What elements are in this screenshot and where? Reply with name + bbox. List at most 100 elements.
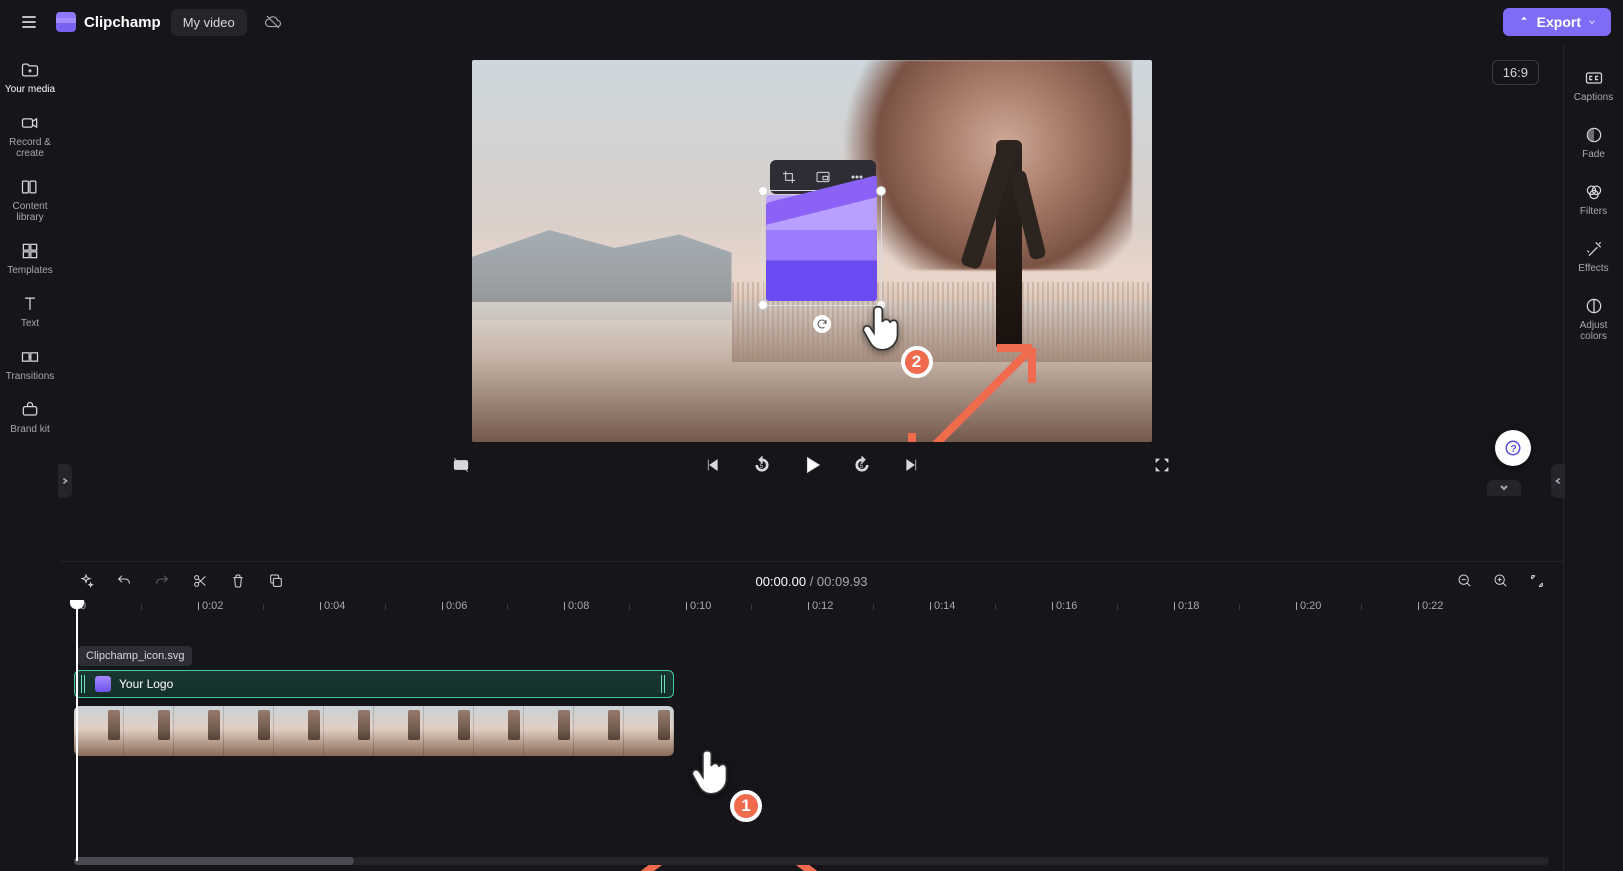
zoom-out-button[interactable]: [1453, 569, 1477, 593]
clip-trim-right[interactable]: [661, 675, 667, 693]
ruler-tick: 0:22: [1422, 600, 1443, 612]
resize-handle-tr[interactable]: [876, 186, 886, 196]
main-video-clip[interactable]: [74, 706, 674, 756]
right-item-captions[interactable]: Captions: [1566, 58, 1622, 113]
selected-overlay[interactable]: [762, 190, 882, 306]
right-item-label: Captions: [1574, 92, 1613, 103]
export-button[interactable]: Export: [1503, 8, 1611, 36]
forward-5-button[interactable]: 5: [847, 450, 877, 480]
playhead[interactable]: [76, 600, 78, 861]
topbar: Clipchamp My video Export: [0, 0, 1623, 44]
cloud-off-icon: [264, 13, 282, 31]
timeline: 00:00.00 / 00:09.93 00:020:040:060:080:1…: [60, 561, 1563, 871]
captions-toggle-button[interactable]: [446, 450, 476, 480]
skip-start-button[interactable]: [697, 450, 727, 480]
sidebar-item-templates[interactable]: Templates: [2, 233, 58, 284]
replay-5-button[interactable]: 5: [747, 450, 777, 480]
zoom-out-icon: [1457, 573, 1473, 589]
zoom-in-button[interactable]: [1489, 569, 1513, 593]
templates-icon: [20, 241, 40, 261]
aspect-ratio-button[interactable]: 16:9: [1492, 60, 1539, 85]
sidebar-item-label: Templates: [7, 265, 53, 276]
effects-icon: [1584, 239, 1604, 259]
timeline-collapse-button[interactable]: [1487, 480, 1521, 496]
right-item-filters[interactable]: Filters: [1566, 172, 1622, 227]
right-panel-collapse-handle[interactable]: [1551, 464, 1565, 498]
skip-next-icon: [903, 456, 921, 474]
time-ruler[interactable]: 00:020:040:060:080:100:120:140:160:180:2…: [74, 600, 1549, 622]
sidebar-item-transitions[interactable]: Transitions: [2, 339, 58, 390]
library-icon: [20, 177, 40, 197]
scrollbar-thumb[interactable]: [74, 857, 354, 865]
timeline-toolbar: 00:00.00 / 00:09.93: [60, 562, 1563, 600]
timecode-display: 00:00.00 / 00:09.93: [755, 574, 867, 589]
ruler-tick: 0:18: [1178, 600, 1199, 612]
right-item-fade[interactable]: Fade: [1566, 115, 1622, 170]
replay-5-icon: 5: [753, 456, 771, 474]
ruler-tick: 0:06: [446, 600, 467, 612]
ruler-tick: 0:20: [1300, 600, 1321, 612]
video-canvas[interactable]: 2: [472, 60, 1152, 442]
play-button[interactable]: [797, 450, 827, 480]
left-panel: Your media Record & create Content libra…: [0, 44, 60, 871]
right-panel: Captions Fade Filters Effects Adjust col…: [1563, 44, 1623, 871]
split-button[interactable]: [188, 569, 212, 593]
sparkle-icon: [78, 573, 94, 589]
rotate-handle[interactable]: [813, 315, 831, 333]
redo-button[interactable]: [150, 569, 174, 593]
rotate-icon: [816, 318, 828, 330]
current-time: 00:00.00: [755, 574, 806, 589]
clip-trim-left[interactable]: [81, 675, 87, 693]
fit-icon: [1529, 573, 1545, 589]
zoom-in-icon: [1493, 573, 1509, 589]
resize-handle-tl[interactable]: [758, 186, 768, 196]
brand-kit-icon: [20, 400, 40, 420]
skip-end-button[interactable]: [897, 450, 927, 480]
fullscreen-button[interactable]: [1147, 450, 1177, 480]
ruler-tick: 0:08: [568, 600, 589, 612]
sidebar-item-record[interactable]: Record & create: [2, 105, 58, 167]
menu-button[interactable]: [12, 5, 46, 39]
resize-handle-bl[interactable]: [758, 300, 768, 310]
help-button[interactable]: ?: [1495, 430, 1531, 466]
logo-overlay-icon: [766, 195, 877, 301]
delete-button[interactable]: [226, 569, 250, 593]
overlay-clip-logo[interactable]: Your Logo: [74, 670, 674, 698]
right-item-label: Adjust colors: [1566, 320, 1622, 342]
upload-icon: [1517, 15, 1531, 29]
magic-button[interactable]: [74, 569, 98, 593]
right-item-effects[interactable]: Effects: [1566, 229, 1622, 284]
clip-thumbnail-icon: [95, 676, 111, 692]
sidebar-item-text[interactable]: Text: [2, 286, 58, 337]
right-item-adjust-colors[interactable]: Adjust colors: [1566, 286, 1622, 352]
forward-5-icon: 5: [853, 456, 871, 474]
project-title[interactable]: My video: [171, 9, 247, 36]
timeline-scrollbar[interactable]: [74, 857, 1549, 865]
annotation-resize-arrow: [892, 328, 1052, 442]
sidebar-item-your-media[interactable]: Your media: [2, 52, 58, 103]
captions-off-icon: [452, 456, 470, 474]
clipchamp-mark-icon: [56, 12, 76, 32]
duplicate-button[interactable]: [264, 569, 288, 593]
adjust-icon: [1584, 296, 1604, 316]
sidebar-item-label: Record & create: [2, 137, 58, 159]
sidebar-item-content-library[interactable]: Content library: [2, 169, 58, 231]
timeline-body[interactable]: 00:020:040:060:080:100:120:140:160:180:2…: [60, 600, 1563, 871]
export-label: Export: [1537, 14, 1581, 30]
crop-button[interactable]: [774, 164, 804, 190]
text-icon: [20, 294, 40, 314]
app-name: Clipchamp: [84, 14, 161, 31]
ruler-tick: 0:04: [324, 600, 345, 612]
ruler-tick: 0:02: [202, 600, 223, 612]
sidebar-item-brand-kit[interactable]: Brand kit: [2, 392, 58, 443]
fade-icon: [1584, 125, 1604, 145]
fit-button[interactable]: [1525, 569, 1549, 593]
sidebar-item-label: Your media: [5, 84, 55, 95]
cloud-sync-button[interactable]: [261, 10, 285, 34]
zoom-controls: [1453, 569, 1549, 593]
undo-icon: [116, 573, 132, 589]
hand-pointer-icon: [686, 744, 740, 798]
undo-button[interactable]: [112, 569, 136, 593]
app-logo[interactable]: Clipchamp: [56, 12, 161, 32]
sidebar-item-label: Text: [21, 318, 39, 329]
